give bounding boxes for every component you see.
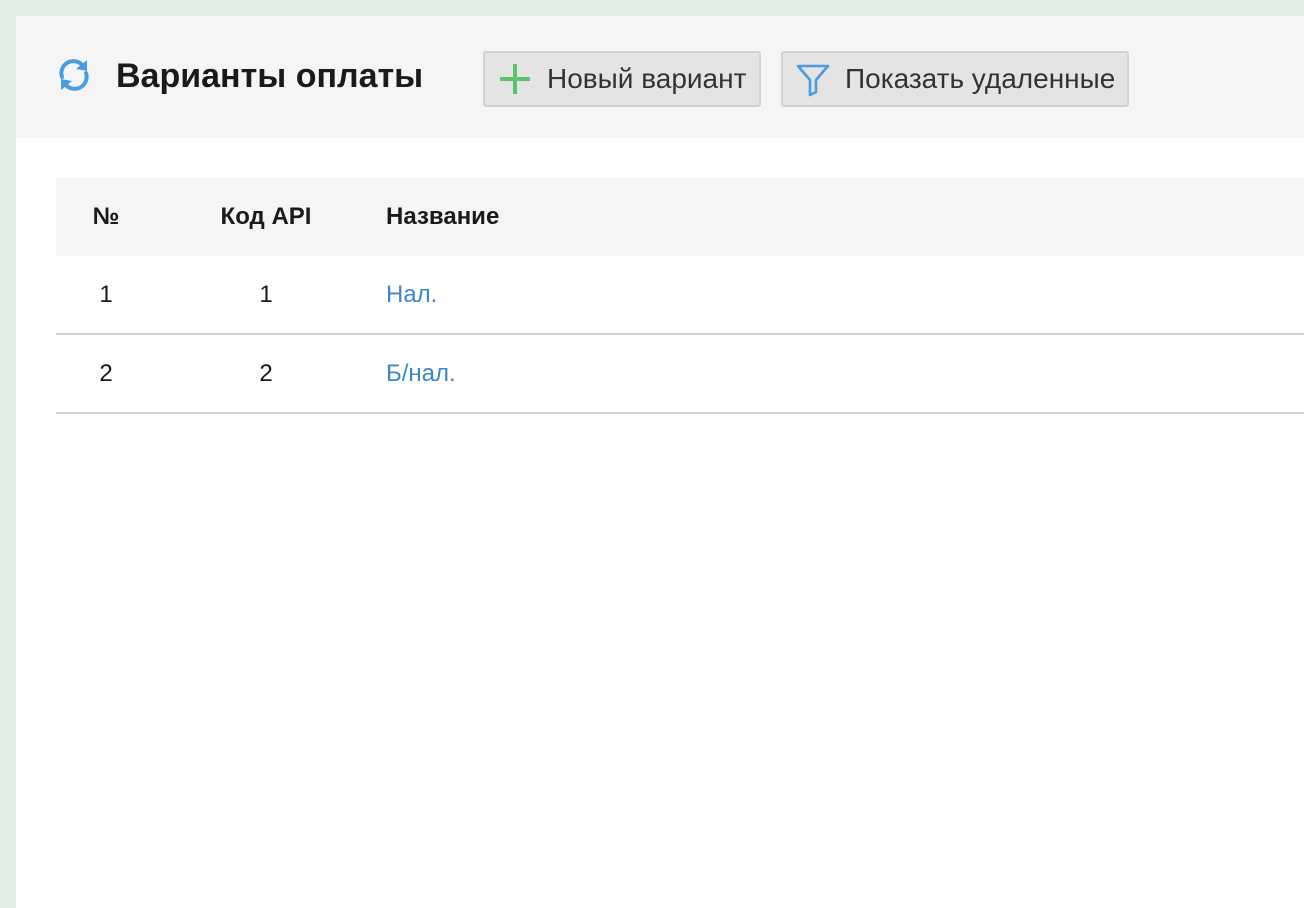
- row-number: 1: [99, 281, 113, 308]
- table-header: № Код API Название: [56, 178, 1304, 256]
- table-row: 2 2 Б/нал.: [56, 335, 1304, 414]
- column-header-name[interactable]: Название: [386, 178, 499, 256]
- row-number: 2: [99, 360, 113, 387]
- row-api-code: 2: [259, 360, 273, 387]
- refresh-icon[interactable]: [54, 55, 94, 95]
- column-header-number[interactable]: №: [56, 178, 156, 256]
- row-name-link[interactable]: Нал.: [386, 256, 437, 333]
- page-title: Варианты оплаты: [116, 57, 424, 95]
- main-panel: Варианты оплаты Новый вариант Показать у…: [16, 16, 1304, 908]
- new-variant-label: Новый вариант: [547, 63, 747, 94]
- show-deleted-label: Показать удаленные: [845, 63, 1116, 94]
- column-header-api-code[interactable]: Код API: [186, 178, 346, 256]
- table-row: 1 1 Нал.: [56, 256, 1304, 335]
- row-api-code: 1: [259, 281, 273, 308]
- show-deleted-button[interactable]: Показать удаленные: [781, 51, 1129, 107]
- row-name-link[interactable]: Б/нал.: [386, 335, 456, 412]
- page-header: Варианты оплаты Новый вариант Показать у…: [16, 16, 1304, 138]
- filter-icon: [796, 64, 830, 97]
- plus-icon: [500, 64, 530, 94]
- payment-variants-table: № Код API Название 1 1 Нал. 2 2 Б/нал.: [56, 178, 1304, 414]
- new-variant-button[interactable]: Новый вариант: [483, 51, 761, 107]
